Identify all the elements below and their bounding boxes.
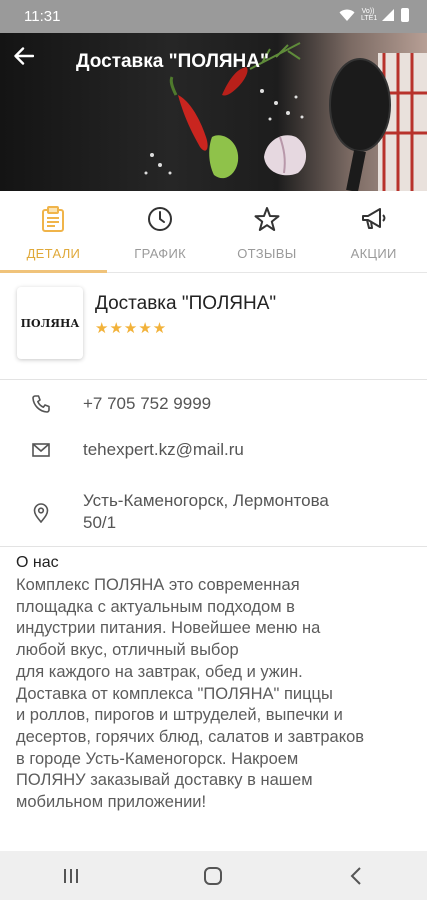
about-description: Комплекс ПОЛЯНА это современная площадка… xyxy=(16,576,365,812)
logo-text: ПОЛЯНА xyxy=(21,317,80,330)
clipboard-icon xyxy=(39,205,67,233)
tab-schedule[interactable]: ГРАФИК xyxy=(107,191,214,272)
tab-bar: ДЕТАЛИ ГРАФИК ОТЗЫВЫ АКЦИИ xyxy=(0,191,427,273)
back-button[interactable] xyxy=(14,47,48,77)
megaphone-icon xyxy=(360,205,388,233)
tab-reviews-label: ОТЗЫВЫ xyxy=(237,246,297,261)
recent-apps-icon xyxy=(64,868,79,883)
page-title: Доставка "ПОЛЯНА" xyxy=(76,51,270,72)
recent-apps-button[interactable] xyxy=(0,851,142,900)
star-icon xyxy=(253,205,281,233)
signal-icon xyxy=(382,9,394,21)
wifi-icon xyxy=(339,9,355,21)
chevron-left-icon xyxy=(350,866,361,885)
home-icon xyxy=(204,866,223,885)
phone-number: +7 705 752 9999 xyxy=(83,394,212,413)
organization-logo: ПОЛЯНА xyxy=(17,287,83,359)
location-pin-icon xyxy=(33,503,49,523)
email-address: tehexpert.kz@mail.ru xyxy=(83,440,244,459)
about-title: О нас xyxy=(16,554,59,571)
system-navigation-bar xyxy=(0,851,427,900)
address-row[interactable]: Усть-Каменогорск, Лермонтова 50/1 xyxy=(0,480,427,542)
header-banner: Доставка "ПОЛЯНА" xyxy=(0,33,427,191)
clock-icon xyxy=(146,205,174,233)
about-section: О нас Комплекс ПОЛЯНА это современная пл… xyxy=(0,546,427,814)
network-label: Vo)) LTE1 xyxy=(361,8,378,22)
tab-details[interactable]: ДЕТАЛИ xyxy=(0,191,107,273)
phone-icon xyxy=(32,395,50,413)
organization-name: Доставка "ПОЛЯНА" xyxy=(95,293,277,314)
nav-back-button[interactable] xyxy=(285,851,427,900)
home-button[interactable] xyxy=(142,851,284,900)
rating-stars: ★★★★★ xyxy=(95,320,168,337)
status-icons: Vo)) LTE1 xyxy=(339,8,409,22)
tab-details-label: ДЕТАЛИ xyxy=(26,246,81,261)
address-text: Усть-Каменогорск, Лермонтова 50/1 xyxy=(83,491,329,532)
tab-promotions-label: АКЦИИ xyxy=(350,246,397,261)
mail-icon xyxy=(32,443,50,457)
tab-schedule-label: ГРАФИК xyxy=(134,246,186,261)
email-row[interactable]: tehexpert.kz@mail.ru xyxy=(0,427,427,473)
tab-promotions[interactable]: АКЦИИ xyxy=(320,191,427,272)
status-bar: 11:31 Vo)) LTE1 xyxy=(0,0,427,33)
arrow-back-icon xyxy=(14,47,34,65)
organization-card: ПОЛЯНА Доставка "ПОЛЯНА" ★★★★★ xyxy=(0,273,427,380)
status-time: 11:31 xyxy=(24,8,61,25)
battery-icon xyxy=(401,8,409,22)
tab-reviews[interactable]: ОТЗЫВЫ xyxy=(214,191,321,272)
phone-row[interactable]: +7 705 752 9999 xyxy=(0,381,427,427)
